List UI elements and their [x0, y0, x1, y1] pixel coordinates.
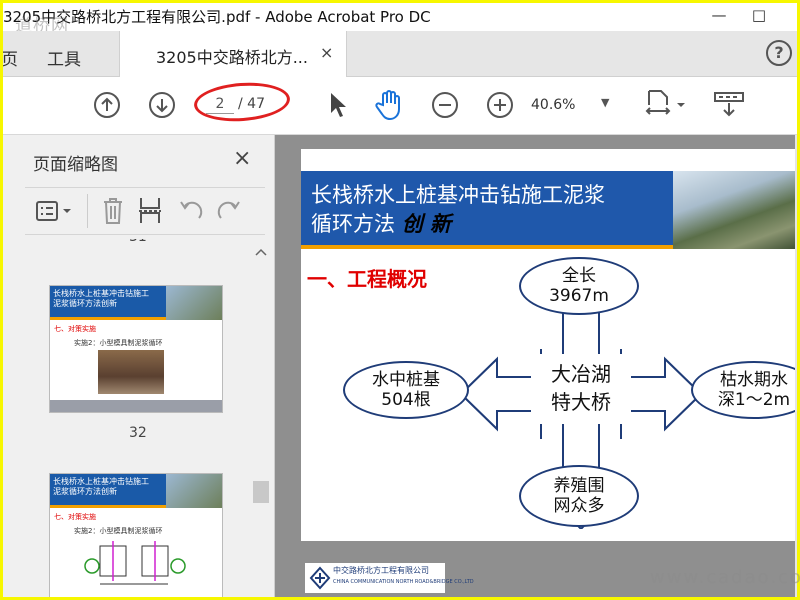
acrobat-window: 3205中交路桥北方工程有限公司.pdf - Adobe Acrobat Pro…	[3, 3, 797, 597]
bubble-water-depth-line-1: 枯水期水	[720, 370, 788, 390]
zoom-select[interactable]: 40.6% ▼	[531, 96, 617, 119]
thumbnail-scrollbar[interactable]	[253, 247, 269, 597]
tab-document[interactable]: 3205中交路桥北方... ×	[119, 31, 347, 77]
company-name: 中交路桥北方工程有限公司	[333, 566, 429, 575]
thumbnail-header: 长栈桥水上桩基冲击钻施工泥浆循环方法创新	[50, 286, 222, 320]
bubble-piles-line-1: 水中桩基	[372, 370, 440, 390]
thumbnail-header-photo	[166, 474, 222, 508]
thumbnail-header: 长栈桥水上桩基冲击钻施工泥浆循环方法创新	[50, 474, 222, 508]
bubble-piles: 水中桩基 504根	[343, 361, 469, 419]
thumbnail-photo	[98, 350, 164, 394]
hand-tool-icon[interactable]	[375, 89, 405, 121]
interchange-photo	[673, 171, 797, 249]
bubble-length: 全长 3967m	[519, 257, 639, 315]
thumbnail-header-photo	[166, 286, 222, 320]
bubble-piles-line-2: 504根	[381, 390, 431, 410]
select-pointer-icon[interactable]	[327, 91, 349, 119]
page-thumbnails-panel: 页面缩略图 × 长栈桥水上桩基冲击钻施工泥浆循环方法创新 七、对策实施 实施2：…	[3, 135, 275, 597]
slide-title-line-2-text: 循环方法	[311, 212, 395, 236]
bubble-fish-nets-line-2: 网众多	[553, 496, 605, 516]
red-annotation-circle	[192, 79, 292, 125]
company-name-en: CHINA COMMUNICATION NORTH ROAD&BRIDGE CO…	[333, 579, 474, 585]
tab-document-label: 3205中交路桥北方...	[156, 48, 308, 67]
document-view: 长栈桥水上桩基冲击钻施工泥浆 循环方法 创 新 一、工程概况 大冶湖 特大桥 全…	[275, 135, 797, 597]
center-label: 大冶湖 特大桥	[531, 354, 631, 424]
zoom-out-icon[interactable]	[431, 91, 459, 119]
document-right-edge	[795, 135, 797, 597]
thumbnail-title: 长栈桥水上桩基冲击钻施工泥浆循环方法创新	[53, 477, 149, 496]
slide-title-line-2: 循环方法 创 新	[311, 208, 451, 238]
thumbnail-page-33[interactable]: 长栈桥水上桩基冲击钻施工泥浆循环方法创新 七、对策实施 实施2：小型模具制泥浆循…	[49, 473, 223, 597]
slide-header: 长栈桥水上桩基冲击钻施工泥浆 循环方法 创 新	[301, 171, 797, 249]
help-icon[interactable]: ?	[766, 40, 792, 66]
maximize-button[interactable]: □	[745, 5, 773, 27]
scroll-up-icon[interactable]	[255, 247, 267, 257]
title-bar: 3205中交路桥北方工程有限公司.pdf - Adobe Acrobat Pro…	[3, 3, 797, 36]
thumbnail-title: 长栈桥水上桩基冲击钻施工泥浆循环方法创新	[53, 289, 149, 308]
thumbnail-options-icon[interactable]	[35, 200, 75, 224]
center-line-2: 特大桥	[551, 390, 611, 414]
slide-title-accent: 创 新	[401, 211, 451, 236]
close-panel-icon[interactable]: ×	[233, 146, 251, 171]
thumbnail-number: 31	[129, 239, 147, 245]
thumbnail-footer	[50, 400, 222, 412]
tab-bar: 页 工具 3205中交路桥北方... × ?	[3, 31, 797, 77]
fit-page-icon[interactable]	[645, 89, 689, 121]
panel-toolbar	[25, 187, 265, 235]
close-tab-icon[interactable]: ×	[320, 43, 333, 62]
panel-title: 页面缩略图	[33, 155, 118, 175]
thumbnail-list: 31 长栈桥水上桩基冲击钻施工泥浆循环方法创新 七、对策实施 实施2：小型模具制…	[23, 239, 253, 597]
minimize-button[interactable]: —	[705, 5, 733, 27]
thumbnail-section: 七、对策实施	[54, 513, 96, 521]
thumbnail-number: 32	[129, 425, 147, 441]
bubble-water-depth: 枯水期水 深1～2m	[691, 361, 797, 419]
rotate-left-icon[interactable]	[177, 198, 205, 224]
slide-section-heading: 一、工程概况	[307, 267, 427, 291]
thumbnail-section: 七、对策实施	[54, 325, 96, 333]
tab-home[interactable]: 页	[3, 45, 18, 70]
pdf-page: 长栈桥水上桩基冲击钻施工泥浆 循环方法 创 新 一、工程概况 大冶湖 特大桥 全…	[301, 149, 797, 597]
previous-page-icon[interactable]	[93, 91, 121, 119]
thumbnail-diagram	[84, 541, 186, 585]
bubble-fish-nets: 养殖围 网众多	[519, 465, 639, 527]
rotate-right-icon[interactable]	[215, 198, 243, 224]
next-page-icon[interactable]	[148, 91, 176, 119]
bubble-length-line-2: 3967m	[549, 286, 609, 306]
bubble-length-line-1: 全长	[562, 266, 596, 286]
watermark-text: www.cadao.com	[650, 567, 800, 588]
read-mode-icon[interactable]	[713, 89, 745, 121]
company-logo: 中交路桥北方工程有限公司 CHINA COMMUNICATION NORTH R…	[305, 563, 474, 593]
bubble-water-depth-line-2: 深1～2m	[717, 390, 791, 410]
company-emblem-icon	[309, 566, 331, 590]
scrollbar-thumb[interactable]	[253, 481, 269, 503]
bubble-fish-nets-line-1: 养殖围	[553, 476, 605, 496]
extract-page-icon[interactable]	[137, 196, 163, 226]
thumbnail-page-32[interactable]: 长栈桥水上桩基冲击钻施工泥浆循环方法创新 七、对策实施 实施2：小型模具制泥浆循…	[49, 285, 223, 413]
chevron-down-icon: ▼	[601, 96, 610, 109]
delete-page-icon[interactable]	[101, 196, 125, 226]
toolbar: 2 / 47 40.6% ▼	[3, 77, 797, 135]
thumbnail-subtitle: 实施2：小型模具制泥浆循环	[74, 339, 163, 347]
zoom-in-icon[interactable]	[486, 91, 514, 119]
slide-title-line-1: 长栈桥水上桩基冲击钻施工泥浆	[311, 183, 605, 207]
page-navigator: 2 / 47	[192, 79, 292, 125]
tab-tools[interactable]: 工具	[47, 45, 81, 70]
zoom-value: 40.6%	[531, 97, 576, 113]
thumbnail-subtitle: 实施2：小型模具制泥浆循环	[74, 527, 163, 535]
center-line-1: 大冶湖	[551, 362, 611, 386]
